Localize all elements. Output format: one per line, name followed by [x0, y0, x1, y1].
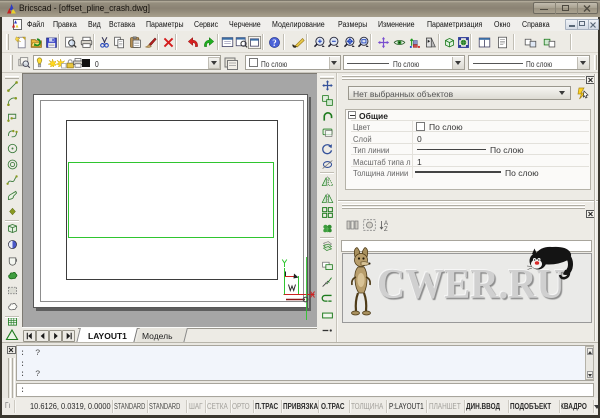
svg-text:?: ? [272, 37, 276, 47]
svg-text:Z: Z [384, 227, 388, 231]
